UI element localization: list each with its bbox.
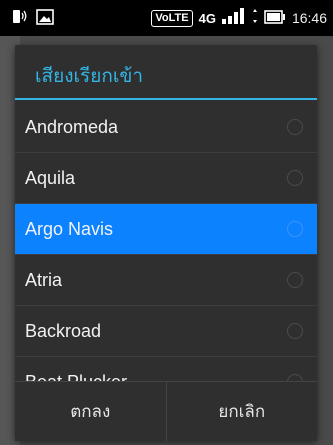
ringtone-item-atria[interactable]: Atria	[15, 255, 317, 306]
dialog-title: เสียงเรียกเข้า	[15, 45, 317, 100]
status-time: 16:46	[291, 10, 327, 26]
ringtone-item-label: Atria	[25, 269, 63, 290]
status-bar: VoLTE 4G 16:46	[0, 0, 333, 36]
radio-button-icon[interactable]	[287, 221, 303, 237]
radio-button-icon[interactable]	[287, 323, 303, 339]
battery-icon	[264, 9, 286, 28]
image-icon	[36, 9, 54, 29]
network-type-label: 4G	[198, 10, 216, 26]
vibrate-icon	[10, 9, 28, 29]
ringtone-item-label: Andromeda	[25, 116, 119, 137]
ringtone-item-aquila[interactable]: Aquila	[15, 153, 317, 204]
radio-button-icon[interactable]	[287, 170, 303, 186]
ringtone-item-label: Backroad	[25, 320, 102, 341]
data-arrows-icon	[252, 8, 258, 28]
ringtone-list[interactable]: Andromeda Aquila Argo Navis Atria Backro…	[15, 102, 317, 427]
dialog-button-bar: ตกลง ยกเลิก	[15, 381, 317, 441]
ringtone-item-label: Argo Navis	[25, 218, 114, 239]
radio-button-icon[interactable]	[287, 272, 303, 288]
cancel-button[interactable]: ยกเลิก	[165, 382, 318, 441]
ok-button[interactable]: ตกลง	[15, 382, 166, 441]
status-right-icons: VoLTE 4G 16:46	[151, 8, 327, 28]
status-left-icons	[10, 9, 54, 29]
volte-badge: VoLTE	[151, 9, 193, 27]
signal-icon	[221, 8, 246, 28]
ringtone-item-argo-navis[interactable]: Argo Navis	[15, 204, 317, 255]
ringtone-item-andromeda[interactable]: Andromeda	[15, 102, 317, 153]
ringtone-item-backroad[interactable]: Backroad	[15, 306, 317, 357]
ringtone-item-label: Aquila	[25, 167, 76, 188]
radio-button-icon[interactable]	[287, 119, 303, 135]
